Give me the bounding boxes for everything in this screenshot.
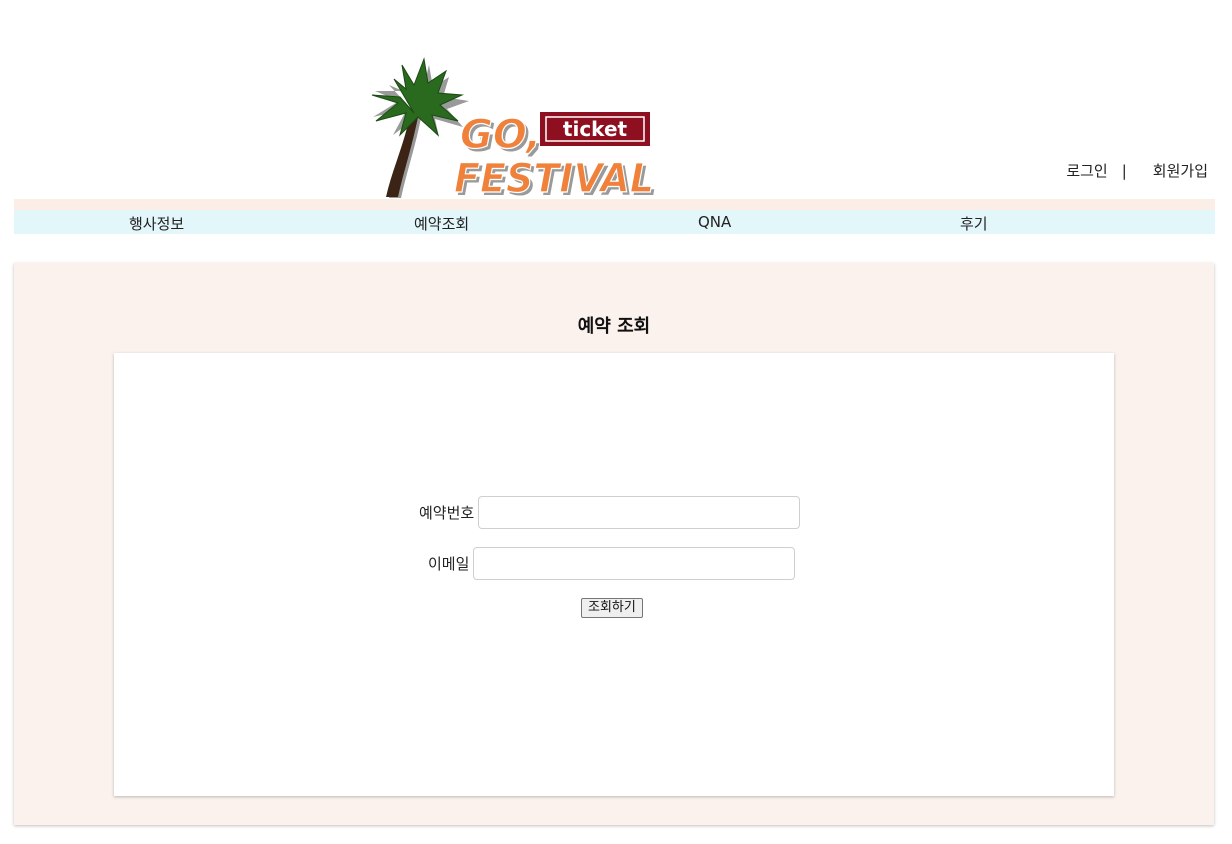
logo-go-text: GO,	[460, 112, 541, 158]
lookup-submit-button[interactable]: 조회하기	[581, 598, 643, 618]
main-panel: 예약 조회 예약번호 이메일 조회하기	[14, 263, 1214, 825]
reservation-number-input[interactable]	[478, 496, 801, 529]
email-row: 이메일	[428, 547, 796, 580]
palm-tree-logo-icon: GO, GO, ticket FESTIVAL FESTIVAL	[371, 57, 657, 205]
main-nav: 행사정보 예약조회 QNA 후기	[14, 210, 1215, 234]
site-logo[interactable]: GO, GO, ticket FESTIVAL FESTIVAL	[366, 55, 666, 205]
reservation-number-row: 예약번호	[419, 496, 801, 529]
email-label: 이메일	[428, 555, 470, 573]
signup-link[interactable]: 회원가입	[1153, 160, 1208, 181]
email-input[interactable]	[473, 547, 796, 580]
nav-item-event-info[interactable]: 행사정보	[129, 213, 184, 234]
lookup-form-card: 예약번호 이메일 조회하기	[114, 353, 1114, 796]
auth-links: 로그인 | 회원가입	[1066, 160, 1208, 181]
nav-item-reservation-check[interactable]: 예약조회	[414, 213, 469, 234]
auth-separator: |	[1121, 161, 1127, 180]
logo-festival-text: FESTIVAL	[454, 156, 654, 201]
nav-item-reviews[interactable]: 후기	[960, 213, 988, 234]
nav-item-qna[interactable]: QNA	[698, 213, 731, 231]
reservation-number-label: 예약번호	[419, 504, 475, 522]
page-title: 예약 조회	[577, 316, 651, 337]
logo-ticket-badge: ticket	[563, 117, 628, 141]
nav-top-strip	[14, 199, 1215, 210]
login-link[interactable]: 로그인	[1066, 160, 1107, 181]
page: GO, GO, ticket FESTIVAL FESTIVAL 로그인 | 회…	[0, 0, 1232, 844]
